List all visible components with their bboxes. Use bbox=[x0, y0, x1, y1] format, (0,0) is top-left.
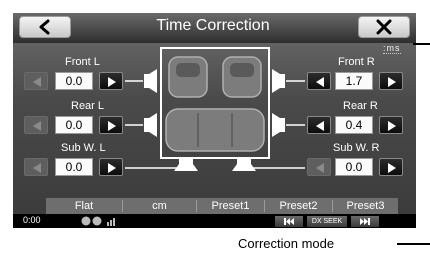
bluetooth-icons bbox=[81, 216, 115, 226]
status-bar: 0:00 DX SEEK bbox=[13, 214, 416, 228]
preset-bar: Flat cm Preset1 Preset2 Preset3 bbox=[46, 198, 398, 214]
preset-flat-button[interactable]: Flat bbox=[46, 198, 122, 214]
car-seat-diagram bbox=[125, 47, 305, 171]
preset-cm-button[interactable]: cm bbox=[123, 198, 196, 214]
clock-time: 0:00 bbox=[23, 215, 41, 225]
preset3-button[interactable]: Preset3 bbox=[333, 198, 398, 214]
preset1-button[interactable]: Preset1 bbox=[197, 198, 264, 214]
time-correction-screen: Time Correction :ms Front L 0.0 Front R … bbox=[13, 13, 416, 228]
correction-mode-caption: Correction mode bbox=[238, 236, 335, 251]
seek-back-button[interactable] bbox=[275, 216, 303, 227]
skip-forward-icon bbox=[360, 218, 370, 225]
preset2-button[interactable]: Preset2 bbox=[265, 198, 332, 214]
seek-forward-button[interactable] bbox=[351, 216, 379, 227]
unit-callout-line bbox=[413, 43, 430, 45]
caption-callout-line bbox=[397, 243, 430, 245]
skip-back-icon bbox=[284, 218, 294, 225]
dx-seek-button[interactable]: DX SEEK bbox=[307, 216, 347, 227]
